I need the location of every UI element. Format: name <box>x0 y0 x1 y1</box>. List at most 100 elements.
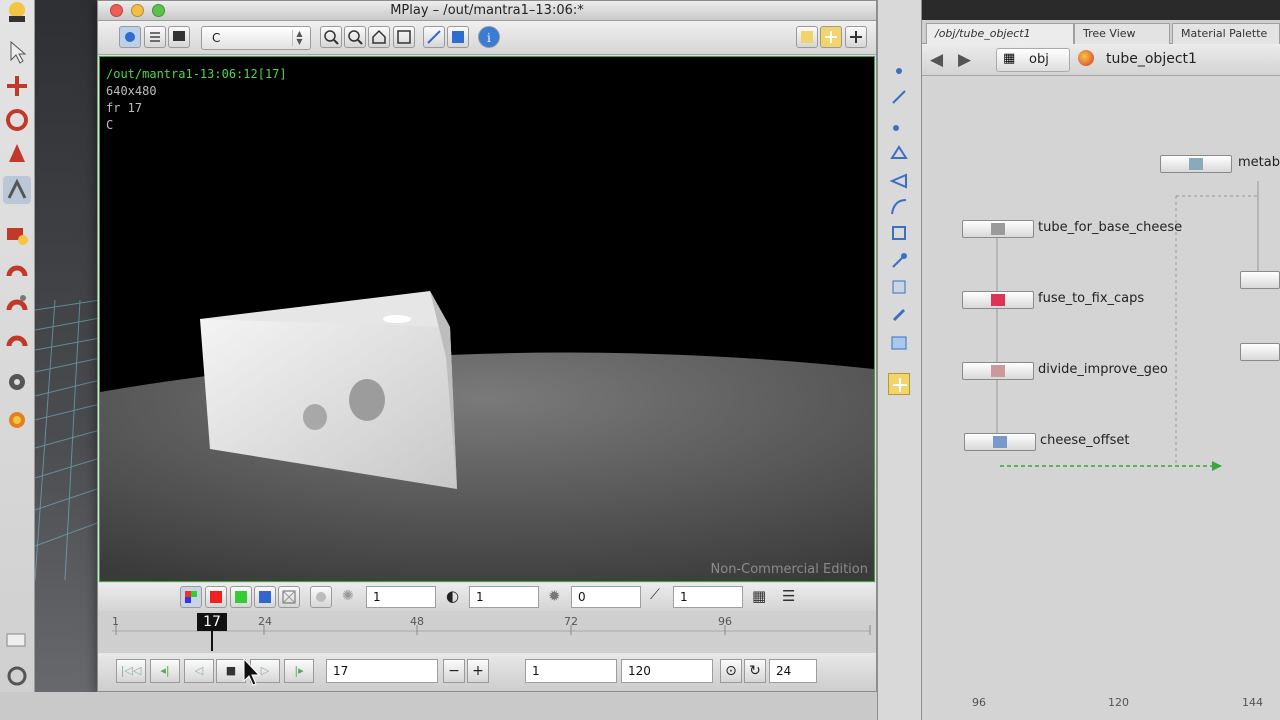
add-pane-icon[interactable] <box>845 26 867 48</box>
magnet-icon[interactable] <box>3 256 31 284</box>
light-tool-icon[interactable] <box>3 406 31 434</box>
image-resolution: 640x480 <box>106 84 157 98</box>
scale-icon[interactable] <box>3 140 31 168</box>
display-controls-bar: ✺ 1 ◐ 1 ✹ 0 ⟋ 1 ▦ ☰ <box>98 583 876 611</box>
view-mode-icon[interactable] <box>119 26 141 48</box>
realtime-icon[interactable]: ⊙ <box>720 659 742 683</box>
step-back-button[interactable]: ◂| <box>150 659 180 683</box>
node-partial[interactable] <box>1240 343 1280 361</box>
node-divide-improve-geo[interactable] <box>962 362 1034 380</box>
layout-quad-icon[interactable] <box>820 26 842 48</box>
fps-field[interactable]: 24 <box>769 659 817 683</box>
point-icon[interactable] <box>888 114 910 136</box>
tab-material-palette[interactable]: Material Palette <box>1172 23 1280 44</box>
frame-increment-button[interactable]: + <box>467 659 489 683</box>
go-to-start-button[interactable]: |◁◁ <box>116 659 146 683</box>
node-fuse-to-fix-caps[interactable] <box>962 291 1034 309</box>
tube-node-icon <box>991 223 1005 235</box>
current-frame-marker[interactable]: 17 <box>197 613 227 631</box>
list-icon[interactable] <box>144 26 166 48</box>
lut-field[interactable]: 1 <box>673 586 743 608</box>
options-icon[interactable]: ☰ <box>782 587 795 605</box>
gamma-icon: ✺ <box>342 588 354 604</box>
correction-icon[interactable] <box>310 586 332 608</box>
blue-channel-icon[interactable] <box>254 586 276 608</box>
zoom-in-icon[interactable] <box>320 26 342 48</box>
magnet-rotate-icon[interactable] <box>3 326 31 354</box>
path-root-button[interactable]: ▦ obj <box>996 48 1070 72</box>
zoom-out-icon[interactable] <box>344 26 366 48</box>
red-channel-icon[interactable] <box>205 586 227 608</box>
image-channel: C <box>106 118 114 132</box>
stack-icon[interactable] <box>3 626 31 654</box>
snap-icon[interactable] <box>3 662 31 690</box>
node-cheese-offset[interactable] <box>964 433 1036 451</box>
layout-grid-icon[interactable] <box>888 373 910 395</box>
scene-viewport-background <box>35 0 100 720</box>
dot-icon[interactable] <box>888 60 910 82</box>
info-icon[interactable]: i <box>478 26 500 48</box>
brightness-field[interactable]: 0 <box>571 586 641 608</box>
gamma-field[interactable]: 1 <box>366 586 436 608</box>
rgb-channel-icon[interactable] <box>180 586 202 608</box>
node-metaball[interactable] <box>1160 155 1232 173</box>
compare-icon[interactable] <box>447 26 469 48</box>
gear-icon[interactable] <box>3 368 31 396</box>
node-label: metab <box>1238 155 1280 170</box>
step-forward-button[interactable]: |▸ <box>284 659 314 683</box>
green-channel-icon[interactable] <box>230 586 252 608</box>
node-partial[interactable] <box>1240 271 1280 289</box>
stamp-icon[interactable] <box>888 276 910 298</box>
end-frame-field[interactable]: 120 <box>621 659 713 683</box>
title-bar: MPlay – /out/mantra1–13:06:* <box>98 1 876 21</box>
render-view[interactable]: /out/mantra1-13:06:12[17] 640x480 fr 17 … <box>99 56 875 582</box>
home-view-icon[interactable] <box>368 26 390 48</box>
lut-icon: ⟋ <box>650 587 660 603</box>
transform-icon[interactable] <box>888 222 910 244</box>
handle-tool-icon[interactable] <box>3 176 31 204</box>
display-icon[interactable] <box>168 26 190 48</box>
channel-select[interactable]: C ▲ ▼ <box>201 26 311 50</box>
exposure-icon: ◐ <box>446 587 460 605</box>
magnet-move-icon[interactable] <box>3 290 31 318</box>
forward-arrow-icon[interactable]: ▶ <box>958 50 971 70</box>
brightness-icon: ✹ <box>548 587 561 605</box>
left-shelf-toolbar <box>0 0 35 720</box>
pin-icon[interactable] <box>888 250 910 272</box>
loop-icon[interactable]: ↻ <box>744 659 766 683</box>
timeline-tick: 1 <box>112 615 119 628</box>
paint-icon[interactable] <box>888 304 910 326</box>
image-icon[interactable] <box>888 332 910 354</box>
start-frame-field[interactable]: 1 <box>525 659 617 683</box>
play-reverse-button[interactable]: ◁ <box>184 659 214 683</box>
select-arrow-icon[interactable] <box>3 38 31 66</box>
back-arrow-icon[interactable]: ◀ <box>930 50 943 70</box>
node-tube-for-base-cheese[interactable] <box>962 220 1034 238</box>
rotate-icon[interactable] <box>3 106 31 134</box>
crop-icon[interactable] <box>423 26 445 48</box>
poly-icon[interactable] <box>888 170 910 192</box>
tab-network-path[interactable]: /obj/tube_object1 <box>926 23 1074 44</box>
exposure-field[interactable]: 1 <box>469 586 539 608</box>
frame-field[interactable]: 17 <box>326 659 438 683</box>
ruler-label: 96 <box>972 696 986 709</box>
timeline[interactable]: 1 24 48 72 96 17 <box>98 611 876 653</box>
shape-icon[interactable] <box>888 142 910 164</box>
shelf-tool-icon[interactable] <box>3 0 31 28</box>
path-object-label[interactable]: tube_object1 <box>1106 51 1197 67</box>
layout-grid-icon[interactable] <box>796 26 818 48</box>
translate-icon[interactable] <box>3 72 31 100</box>
pose-tool-icon[interactable] <box>3 220 31 248</box>
network-tabs: /obj/tube_object1 Tree View Material Pal… <box>922 20 1280 44</box>
network-canvas[interactable]: tube_for_base_cheese fuse_to_fix_caps di… <box>922 77 1280 720</box>
alpha-channel-icon[interactable] <box>278 586 300 608</box>
curve-icon[interactable] <box>888 196 910 218</box>
node-label: cheese_offset <box>1040 433 1130 448</box>
rendered-image <box>100 291 874 581</box>
wire-icon[interactable] <box>888 86 910 108</box>
grid-icon[interactable]: ▦ <box>752 587 766 605</box>
frame-decrement-button[interactable]: − <box>443 659 465 683</box>
tab-tree-view[interactable]: Tree View <box>1074 23 1170 44</box>
fit-view-icon[interactable] <box>393 26 415 48</box>
image-frame: fr 17 <box>106 101 143 115</box>
